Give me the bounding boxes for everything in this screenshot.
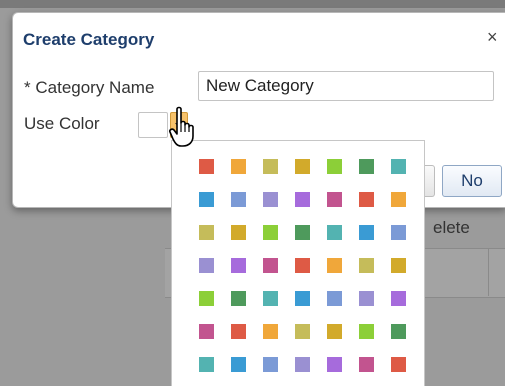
color-swatch-option[interactable] [263, 258, 278, 273]
color-swatch-option[interactable] [231, 225, 246, 240]
category-name-label: * Category Name [24, 78, 154, 98]
color-swatch-option[interactable] [295, 357, 310, 372]
background-column-separator [488, 248, 489, 296]
color-swatch-option[interactable] [391, 159, 406, 174]
color-swatch-option[interactable] [263, 225, 278, 240]
color-swatch-option[interactable] [327, 258, 342, 273]
color-swatch-option[interactable] [359, 192, 374, 207]
color-swatch-option[interactable] [391, 192, 406, 207]
background-delete-text: elete [433, 218, 470, 237]
color-swatch-option[interactable] [231, 258, 246, 273]
color-swatch-option[interactable] [295, 159, 310, 174]
color-swatch-option[interactable] [327, 159, 342, 174]
color-swatch-option[interactable] [327, 324, 342, 339]
dialog-title: Create Category [23, 30, 155, 49]
color-swatch-option[interactable] [263, 357, 278, 372]
color-swatch-option[interactable] [295, 324, 310, 339]
color-swatch-option[interactable] [199, 324, 214, 339]
color-swatch-option[interactable] [231, 291, 246, 306]
color-swatch-option[interactable] [263, 291, 278, 306]
color-palette-popup [171, 140, 425, 386]
color-swatch-option[interactable] [231, 159, 246, 174]
color-swatch-option[interactable] [199, 225, 214, 240]
color-swatch-option[interactable] [199, 159, 214, 174]
color-swatch-option[interactable] [263, 159, 278, 174]
no-button[interactable]: No [442, 165, 502, 197]
color-swatch-option[interactable] [327, 225, 342, 240]
category-name-label-text: Category Name [35, 78, 155, 97]
color-swatch-option[interactable] [295, 192, 310, 207]
hand-pointer-icon [169, 106, 194, 147]
color-swatch-option[interactable] [231, 324, 246, 339]
color-swatch-option[interactable] [231, 357, 246, 372]
color-swatch-option[interactable] [359, 225, 374, 240]
category-name-input[interactable] [198, 71, 494, 101]
color-swatch-option[interactable] [391, 324, 406, 339]
color-swatch-option[interactable] [263, 192, 278, 207]
color-swatch[interactable] [138, 112, 168, 138]
color-swatch-option[interactable] [359, 357, 374, 372]
required-indicator: * [24, 78, 31, 97]
color-swatch-option[interactable] [263, 324, 278, 339]
color-swatch-option[interactable] [359, 324, 374, 339]
color-swatch-option[interactable] [391, 258, 406, 273]
color-swatch-option[interactable] [359, 258, 374, 273]
color-swatch-option[interactable] [327, 357, 342, 372]
color-swatch-option[interactable] [391, 291, 406, 306]
color-swatch-option[interactable] [391, 357, 406, 372]
color-swatch-option[interactable] [199, 192, 214, 207]
color-swatch-option[interactable] [391, 225, 406, 240]
color-swatch-option[interactable] [327, 192, 342, 207]
color-swatch-option[interactable] [199, 291, 214, 306]
color-swatch-option[interactable] [327, 291, 342, 306]
color-swatch-option[interactable] [359, 159, 374, 174]
color-swatch-option[interactable] [295, 258, 310, 273]
color-swatch-option[interactable] [199, 357, 214, 372]
color-swatch-option[interactable] [199, 258, 214, 273]
background-header [0, 0, 505, 8]
color-swatch-option[interactable] [359, 291, 374, 306]
color-swatch-option[interactable] [231, 192, 246, 207]
close-icon[interactable]: × [487, 27, 498, 48]
color-swatch-option[interactable] [295, 225, 310, 240]
use-color-label: Use Color [24, 114, 100, 133]
color-swatch-option[interactable] [295, 291, 310, 306]
